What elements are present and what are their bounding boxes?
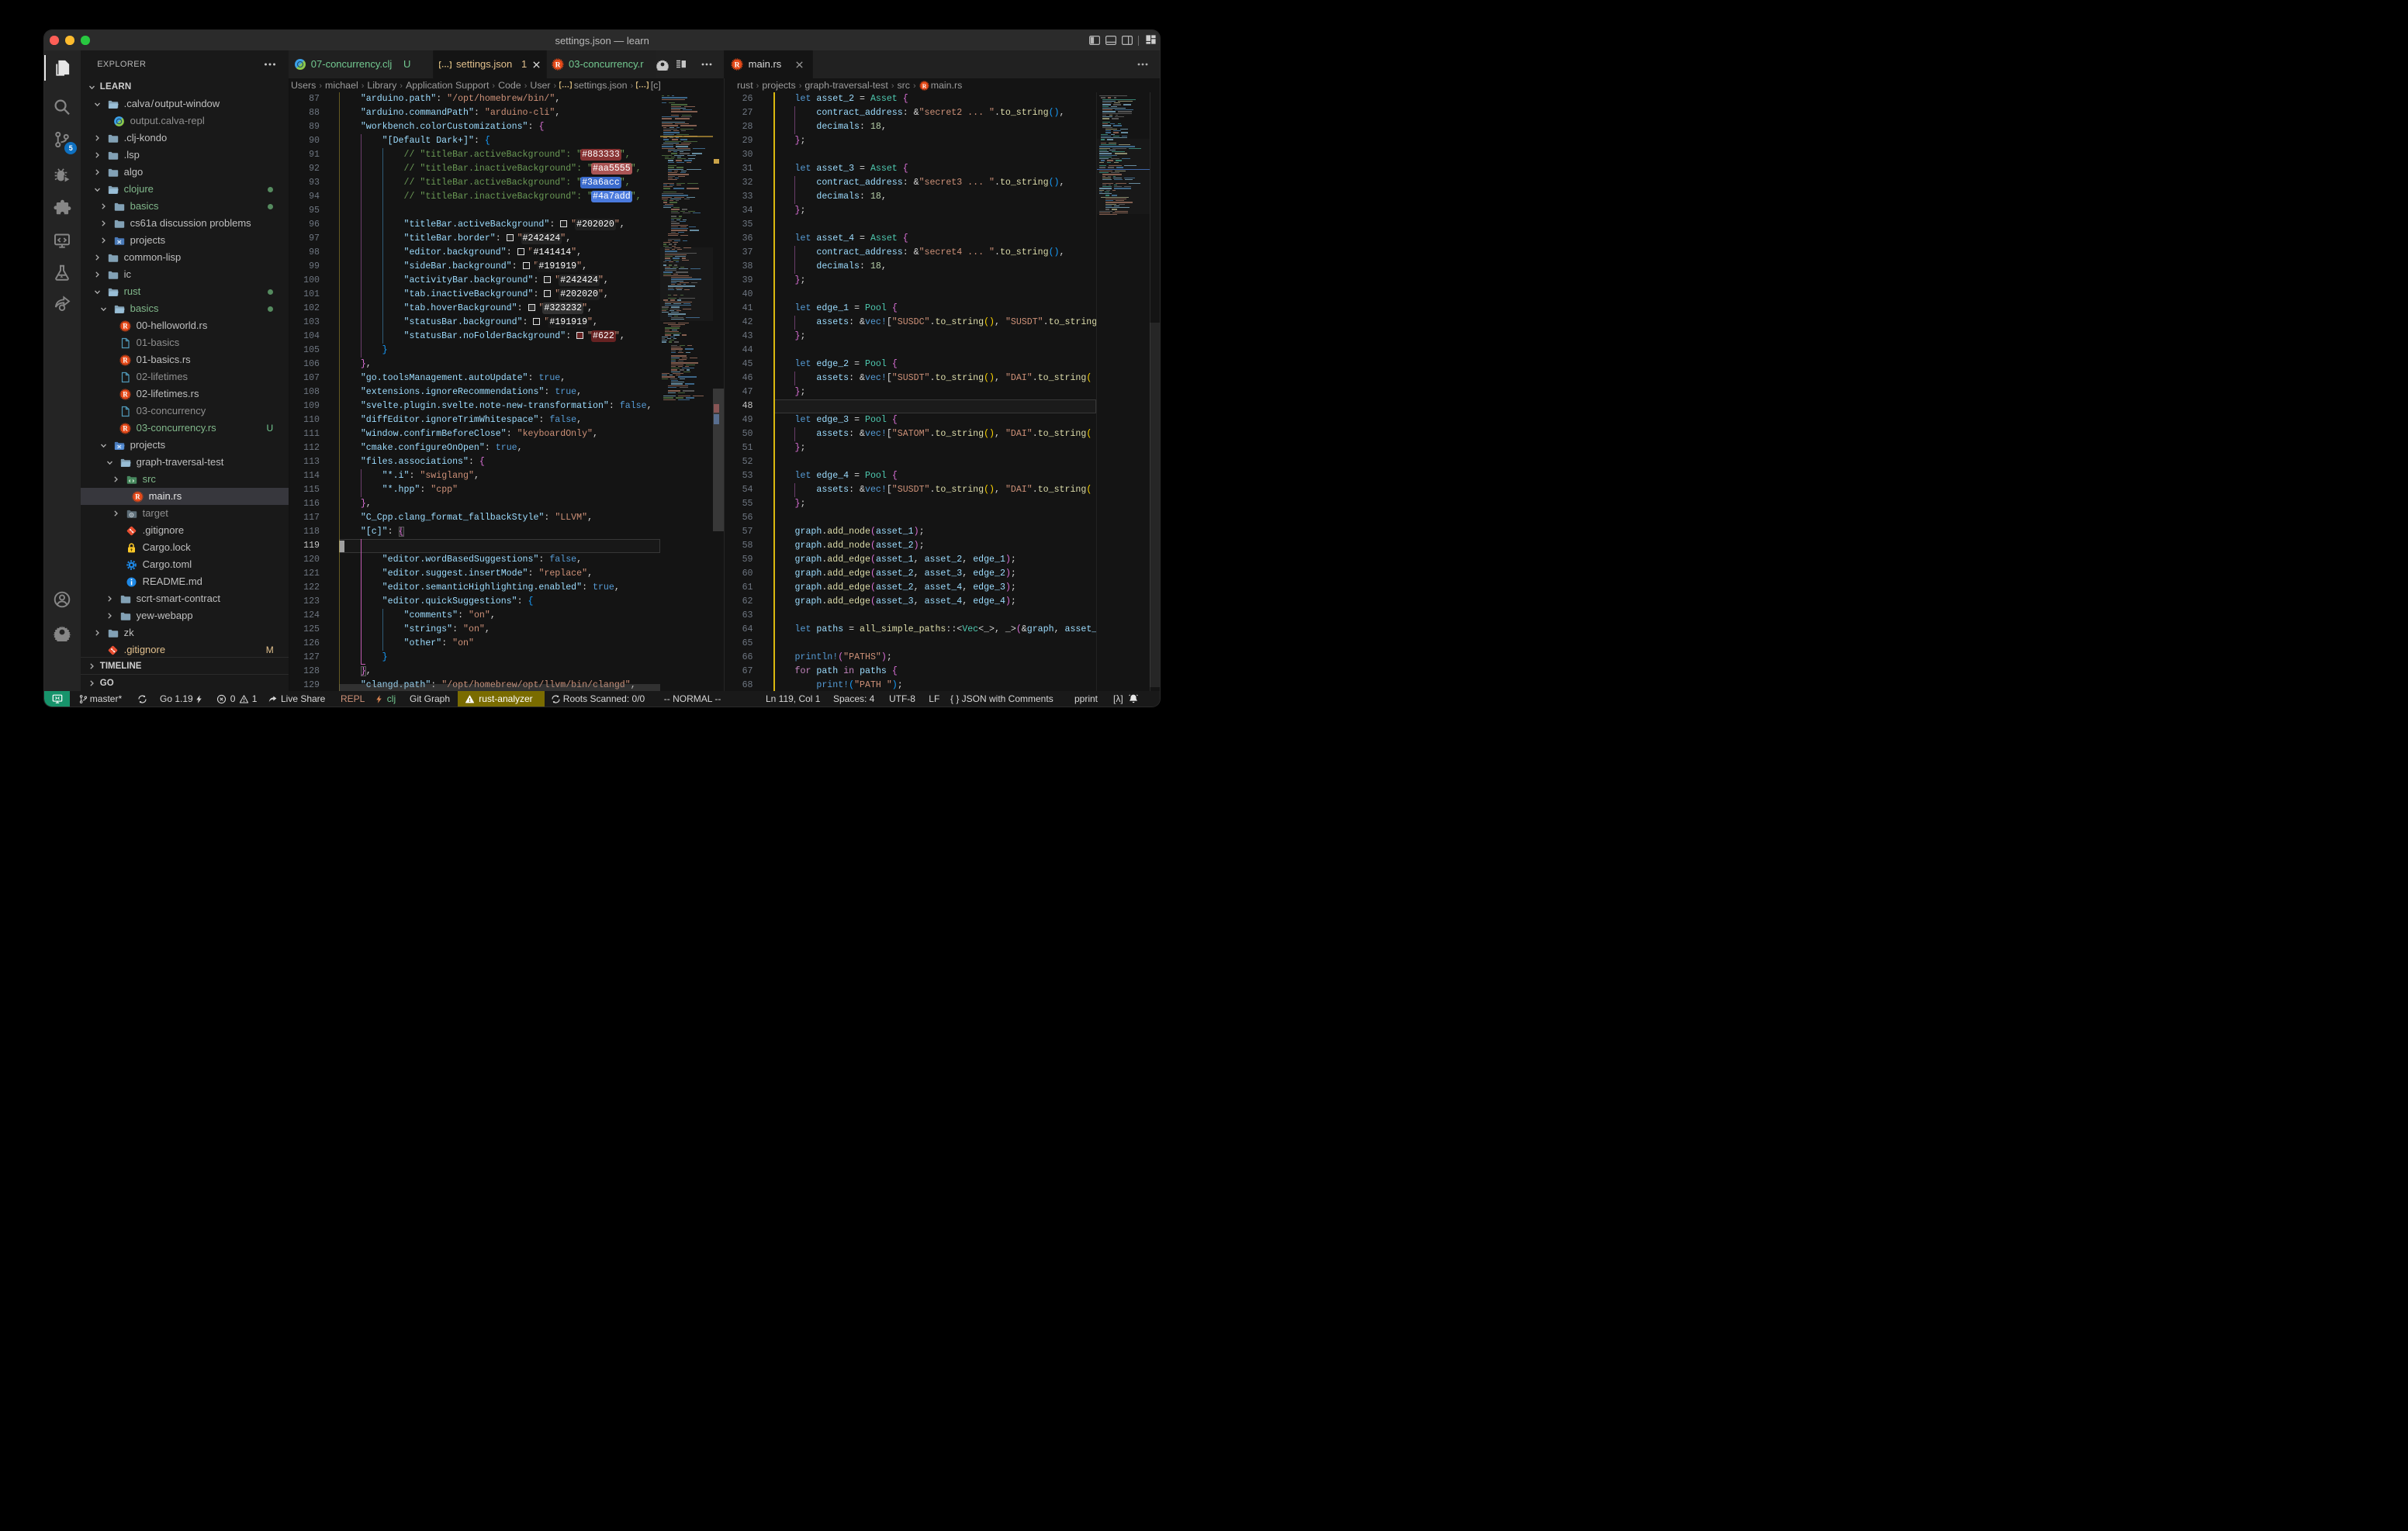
svg-text:R: R — [123, 356, 129, 364]
svg-text:R: R — [735, 61, 740, 69]
svg-text:{…}: {…} — [439, 60, 452, 70]
svg-text:R: R — [555, 61, 561, 69]
svg-text:R: R — [922, 82, 926, 89]
svg-text:{…}: {…} — [636, 81, 649, 90]
svg-text:R: R — [123, 390, 129, 398]
svg-text:R: R — [136, 492, 141, 500]
svg-text:R: R — [123, 322, 129, 330]
svg-text:R: R — [123, 424, 129, 432]
svg-text:{…}: {…} — [559, 81, 572, 90]
